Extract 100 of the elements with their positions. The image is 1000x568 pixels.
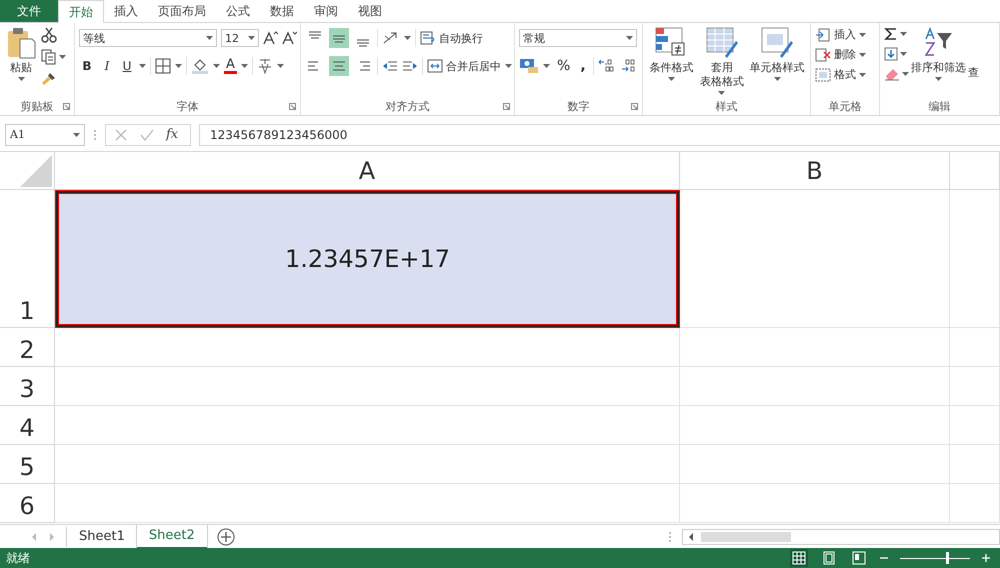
table-cell[interactable] (55, 445, 680, 484)
table-cell[interactable]: 1.23457E+17 (55, 190, 680, 328)
normal-view-icon[interactable] (790, 549, 808, 568)
formula-input[interactable]: 123456789123456000 (199, 124, 1000, 146)
checkmark-icon[interactable] (140, 128, 154, 142)
currency-icon[interactable] (519, 58, 539, 74)
sum-icon[interactable] (884, 27, 898, 41)
copy-icon[interactable] (41, 49, 57, 65)
ribbon-tab[interactable]: 审阅 (304, 0, 348, 22)
style-button[interactable]: 套用 表格格式 (698, 27, 746, 95)
caret-icon (935, 77, 942, 81)
clipboard-icon (6, 27, 36, 59)
row-header[interactable]: 6 (0, 484, 55, 524)
table-cell[interactable] (680, 367, 950, 406)
row-header[interactable]: 3 (0, 367, 55, 406)
increase-font-icon[interactable] (263, 31, 278, 45)
table-cell[interactable] (55, 328, 680, 368)
decrease-indent-icon[interactable] (382, 59, 398, 73)
insert-function-button[interactable]: fx (166, 127, 178, 142)
paste-button[interactable]: 粘贴 (4, 27, 38, 81)
row-header[interactable]: 5 (0, 445, 55, 484)
table-cell[interactable] (55, 367, 680, 406)
table-cell[interactable] (55, 406, 680, 446)
cell-action-button[interactable]: 删除 (815, 47, 866, 62)
table-cell[interactable] (950, 406, 1000, 446)
table-cell[interactable] (950, 445, 1000, 484)
caret-icon (543, 64, 550, 68)
page-break-icon[interactable] (850, 549, 868, 568)
horizontal-scrollbar[interactable] (682, 528, 1000, 545)
scrollbar-thumb[interactable] (701, 532, 791, 542)
more-options-icon[interactable] (668, 530, 672, 543)
table-cell[interactable] (680, 445, 950, 484)
percent-button[interactable]: % (554, 58, 574, 74)
caret-icon (900, 52, 907, 56)
increase-indent-icon[interactable] (402, 59, 418, 73)
fill-color-icon[interactable] (191, 58, 209, 74)
increase-decimal-icon[interactable] (598, 58, 616, 74)
dialog-launcher-icon[interactable] (63, 103, 70, 110)
cell-styles-icon (760, 27, 794, 59)
caret-icon (774, 77, 780, 81)
phonetic-guide-icon[interactable] (256, 58, 273, 74)
scissors-icon[interactable] (41, 27, 57, 43)
add-sheet-icon[interactable] (216, 528, 235, 546)
table-cell[interactable] (680, 328, 950, 368)
ribbon-tab[interactable]: 文件 (0, 0, 58, 22)
caret-icon (175, 64, 182, 68)
cell-action-button[interactable]: 格式 (815, 67, 866, 82)
caret-icon (859, 72, 866, 76)
caret-icon (248, 36, 255, 40)
table-cell[interactable] (680, 406, 950, 446)
table-cell[interactable] (950, 190, 1000, 328)
caret-icon (59, 55, 66, 59)
wrap-text-button[interactable]: 自动换行 (420, 30, 483, 46)
column-header[interactable]: B (680, 152, 950, 190)
find-label[interactable]: 查 (968, 65, 979, 80)
scroll-left-icon[interactable] (687, 532, 695, 542)
caret-icon (859, 52, 866, 56)
dialog-launcher-icon[interactable] (503, 103, 510, 110)
table-cell[interactable] (55, 484, 680, 524)
table-cell[interactable] (950, 328, 1000, 368)
ribbon-tab[interactable]: 开始 (58, 0, 104, 23)
sort-filter-button[interactable]: 排序和筛选 (911, 27, 966, 81)
more-options-icon[interactable] (93, 128, 97, 141)
table-cell[interactable] (950, 367, 1000, 406)
ribbon-tab[interactable]: 公式 (216, 0, 260, 22)
ribbon-tab[interactable]: 视图 (348, 0, 392, 22)
comma-style-button[interactable]: , (577, 58, 589, 74)
bold-button[interactable]: B (79, 59, 95, 73)
borders-icon[interactable] (155, 58, 171, 74)
middle-align-icon[interactable] (329, 28, 349, 48)
eraser-icon[interactable] (884, 67, 900, 81)
align-center-icon[interactable] (329, 56, 349, 76)
underline-button[interactable]: U (119, 59, 135, 73)
zoom-in-icon[interactable] (982, 554, 990, 562)
font-color-button[interactable]: A (224, 58, 237, 74)
font-size-dropdown[interactable]: 12 (221, 29, 259, 47)
sheet-tab[interactable]: Sheet1 (67, 526, 137, 548)
table-cell[interactable] (950, 484, 1000, 524)
row-header[interactable]: 4 (0, 406, 55, 446)
table-cell[interactable] (680, 484, 950, 524)
style-button[interactable]: 单元格样式 (748, 27, 806, 81)
ribbon-tab[interactable]: 数据 (260, 0, 304, 22)
name-box[interactable]: A1 (5, 124, 85, 146)
italic-button[interactable]: I (99, 59, 115, 73)
fill-down-icon[interactable] (884, 47, 898, 61)
ribbon-tab[interactable]: 插入 (104, 0, 148, 22)
dialog-launcher-icon[interactable] (289, 103, 296, 110)
number-format-dropdown[interactable]: 常规 (519, 29, 637, 47)
cell-action-button[interactable]: 插入 (815, 27, 866, 42)
font-name-dropdown[interactable]: 等线 (79, 29, 217, 47)
merge-center-button[interactable]: 合并后居中 (427, 58, 501, 74)
decrease-font-icon[interactable] (282, 31, 297, 45)
row-header[interactable]: 2 (0, 328, 55, 368)
slider-thumb[interactable] (946, 552, 949, 564)
paintbrush-icon[interactable] (41, 71, 57, 87)
dialog-launcher-icon[interactable] (631, 103, 638, 110)
table-cell[interactable] (680, 190, 950, 328)
caret-icon (902, 72, 909, 76)
style-button[interactable]: 条件格式 (647, 27, 696, 81)
ribbon-tab[interactable]: 页面布局 (148, 0, 216, 22)
